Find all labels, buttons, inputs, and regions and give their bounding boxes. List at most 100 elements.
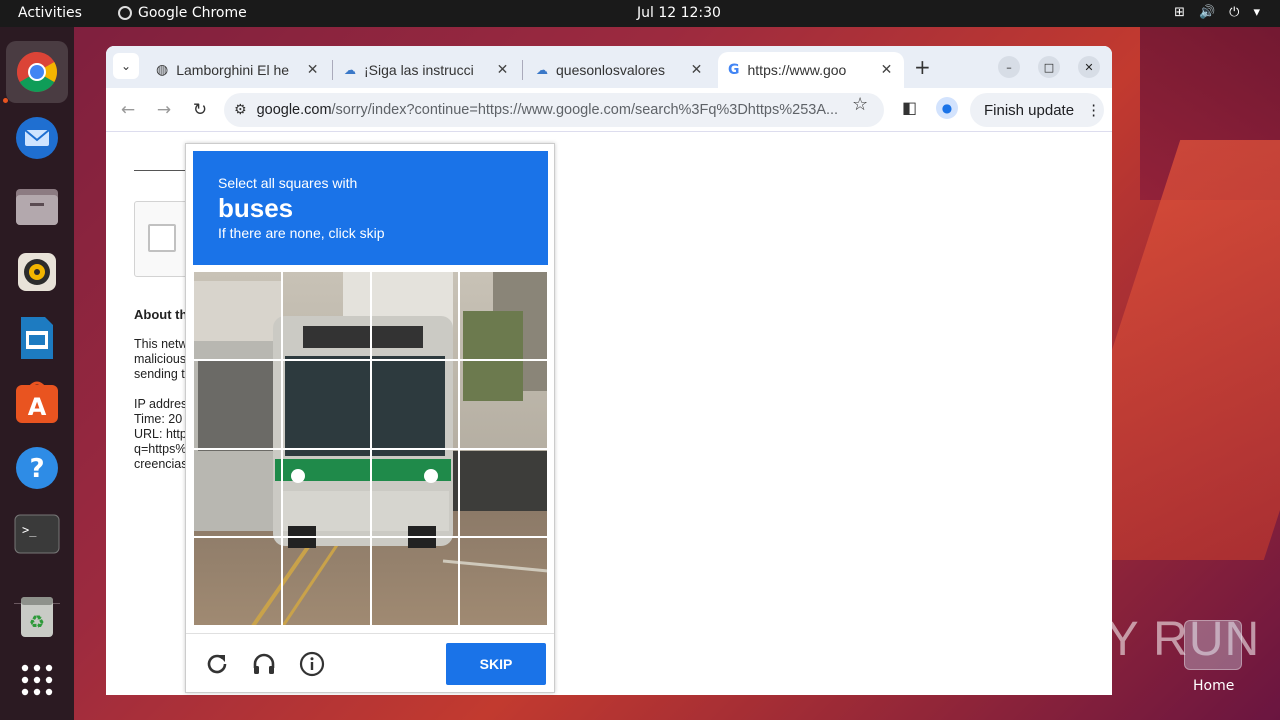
dock-show-apps[interactable] bbox=[14, 657, 60, 703]
close-icon[interactable]: ✕ bbox=[689, 62, 704, 78]
dock-help[interactable]: ? bbox=[14, 445, 60, 491]
tab-lamborghini[interactable]: ◍ Lamborghini El he ✕ bbox=[146, 52, 330, 88]
captcha-tile[interactable] bbox=[370, 271, 460, 360]
profile-avatar[interactable]: ● bbox=[936, 97, 958, 119]
captcha-tile[interactable] bbox=[193, 537, 282, 626]
dock-trash[interactable]: ♻ bbox=[14, 593, 60, 639]
app-menu[interactable]: Google Chrome bbox=[118, 5, 247, 21]
minimize-button[interactable]: – bbox=[998, 56, 1020, 78]
system-tray[interactable]: ⊞ 🔊 ⏻ ▾ bbox=[1174, 5, 1260, 20]
arrow-right-icon: → bbox=[156, 100, 172, 120]
files-icon bbox=[16, 189, 58, 225]
maximize-button[interactable]: □ bbox=[1038, 56, 1060, 78]
captcha-tile[interactable] bbox=[459, 271, 548, 360]
tab-separator bbox=[522, 60, 523, 80]
side-panel-icon[interactable]: ◧ bbox=[902, 98, 917, 117]
about-heading: About th bbox=[134, 307, 188, 322]
person-icon: ● bbox=[941, 101, 953, 115]
svg-text:>_: >_ bbox=[22, 523, 37, 537]
details-paragraph: IP addres Time: 20 URL: http q=https% cr… bbox=[134, 397, 188, 471]
tab-google-active[interactable]: G https://www.goo ✕ bbox=[718, 52, 904, 88]
site-settings-icon[interactable]: ⚙ bbox=[234, 102, 247, 118]
address-bar[interactable]: ⚙ google.com/sorry/index?continue=https:… bbox=[224, 93, 884, 127]
maximize-icon: □ bbox=[1043, 60, 1055, 74]
dock-chrome[interactable] bbox=[6, 41, 68, 103]
info-icon bbox=[299, 651, 325, 677]
minimize-icon: – bbox=[1006, 60, 1012, 74]
more-vert-icon: ⋮ bbox=[1086, 102, 1102, 119]
captcha-tile[interactable] bbox=[459, 537, 548, 626]
software-icon: A bbox=[16, 381, 58, 423]
trash-icon: ♻ bbox=[21, 597, 53, 637]
info-button[interactable] bbox=[298, 650, 326, 678]
home-folder-icon[interactable] bbox=[1184, 620, 1242, 670]
power-icon: ⏻ bbox=[1229, 5, 1240, 20]
close-window-button[interactable]: ✕ bbox=[1078, 56, 1100, 78]
dock-writer[interactable] bbox=[14, 315, 60, 361]
headphones-icon bbox=[253, 653, 275, 674]
svg-text:A: A bbox=[28, 393, 47, 421]
recaptcha-checkbox[interactable] bbox=[148, 224, 176, 252]
tab-title: Lamborghini El he bbox=[176, 62, 290, 78]
dock-rhythmbox[interactable] bbox=[14, 249, 60, 295]
reload-challenge-button[interactable] bbox=[203, 650, 231, 678]
help-icon: ? bbox=[16, 447, 58, 489]
dock-thunderbird[interactable] bbox=[14, 115, 60, 161]
rhythmbox-icon bbox=[18, 253, 56, 291]
audio-challenge-button[interactable] bbox=[250, 650, 278, 678]
cloud-icon: ☁ bbox=[344, 63, 356, 77]
captcha-tile[interactable] bbox=[459, 448, 548, 538]
dock-terminal[interactable]: >_ bbox=[14, 511, 60, 557]
back-button[interactable]: ← bbox=[116, 98, 140, 122]
globe-icon: ◍ bbox=[156, 62, 169, 78]
tab-strip: ⌄ ◍ Lamborghini El he ✕ ☁ ¡Siga las inst… bbox=[106, 46, 1112, 88]
forward-button[interactable]: → bbox=[152, 98, 176, 122]
skip-button[interactable]: SKIP bbox=[446, 643, 546, 685]
url-text: google.com/sorry/index?continue=https://… bbox=[257, 102, 837, 118]
finish-update-button[interactable]: Finish update ⋮ bbox=[970, 93, 1104, 127]
tab-search-button[interactable]: ⌄ bbox=[113, 53, 139, 79]
captcha-tile[interactable] bbox=[281, 448, 371, 538]
svg-text:?: ? bbox=[29, 454, 44, 484]
url-host: google.com bbox=[256, 102, 332, 118]
captcha-tile[interactable] bbox=[193, 448, 282, 538]
tab-siga[interactable]: ☁ ¡Siga las instrucci ✕ bbox=[334, 52, 520, 88]
captcha-tile[interactable] bbox=[370, 448, 460, 538]
volume-icon: 🔊 bbox=[1198, 5, 1216, 20]
close-icon[interactable]: ✕ bbox=[879, 62, 894, 78]
network-icon: ⊞ bbox=[1174, 5, 1185, 20]
bookmark-star-icon[interactable]: ☆ bbox=[852, 94, 868, 115]
close-icon[interactable]: ✕ bbox=[305, 62, 320, 78]
chevron-down-icon: ⌄ bbox=[120, 59, 132, 73]
close-icon[interactable]: ✕ bbox=[495, 62, 510, 78]
captcha-footer: SKIP bbox=[186, 633, 554, 693]
new-tab-button[interactable]: + bbox=[914, 55, 931, 79]
captcha-tile[interactable] bbox=[193, 359, 282, 449]
tab-title: quesonlosvalores bbox=[556, 62, 665, 78]
dock-software[interactable]: A bbox=[14, 379, 60, 425]
thunderbird-icon bbox=[16, 117, 58, 159]
captcha-tile[interactable] bbox=[370, 359, 460, 449]
clock[interactable]: Jul 12 12:30 bbox=[637, 5, 721, 21]
captcha-tile[interactable] bbox=[281, 359, 371, 449]
svg-text:♻: ♻ bbox=[29, 612, 45, 633]
reload-button[interactable]: ↻ bbox=[188, 98, 212, 122]
top-bar: Activities Google Chrome Jul 12 12:30 ⊞ … bbox=[0, 0, 1280, 27]
captcha-tile[interactable] bbox=[193, 271, 282, 360]
info-paragraph: This netw malicious sending t bbox=[134, 337, 188, 381]
captcha-tile[interactable] bbox=[281, 537, 371, 626]
close-icon: ✕ bbox=[1084, 60, 1094, 74]
chrome-icon bbox=[17, 52, 57, 92]
captcha-tile[interactable] bbox=[459, 359, 548, 449]
dock: A ? >_ ♻ bbox=[0, 27, 74, 720]
activities-button[interactable]: Activities bbox=[18, 5, 82, 21]
captcha-tile[interactable] bbox=[281, 271, 371, 360]
google-icon: G bbox=[728, 62, 740, 78]
url-path: /sorry/index?continue=https://www.google… bbox=[331, 102, 837, 118]
active-indicator bbox=[3, 98, 8, 103]
captcha-hint: If there are none, click skip bbox=[218, 225, 385, 241]
captcha-tile[interactable] bbox=[370, 537, 460, 626]
tab-quesonlosvalores[interactable]: ☁ quesonlosvalores ✕ bbox=[526, 52, 714, 88]
cloud-icon: ☁ bbox=[536, 63, 548, 77]
dock-files[interactable] bbox=[14, 183, 60, 229]
